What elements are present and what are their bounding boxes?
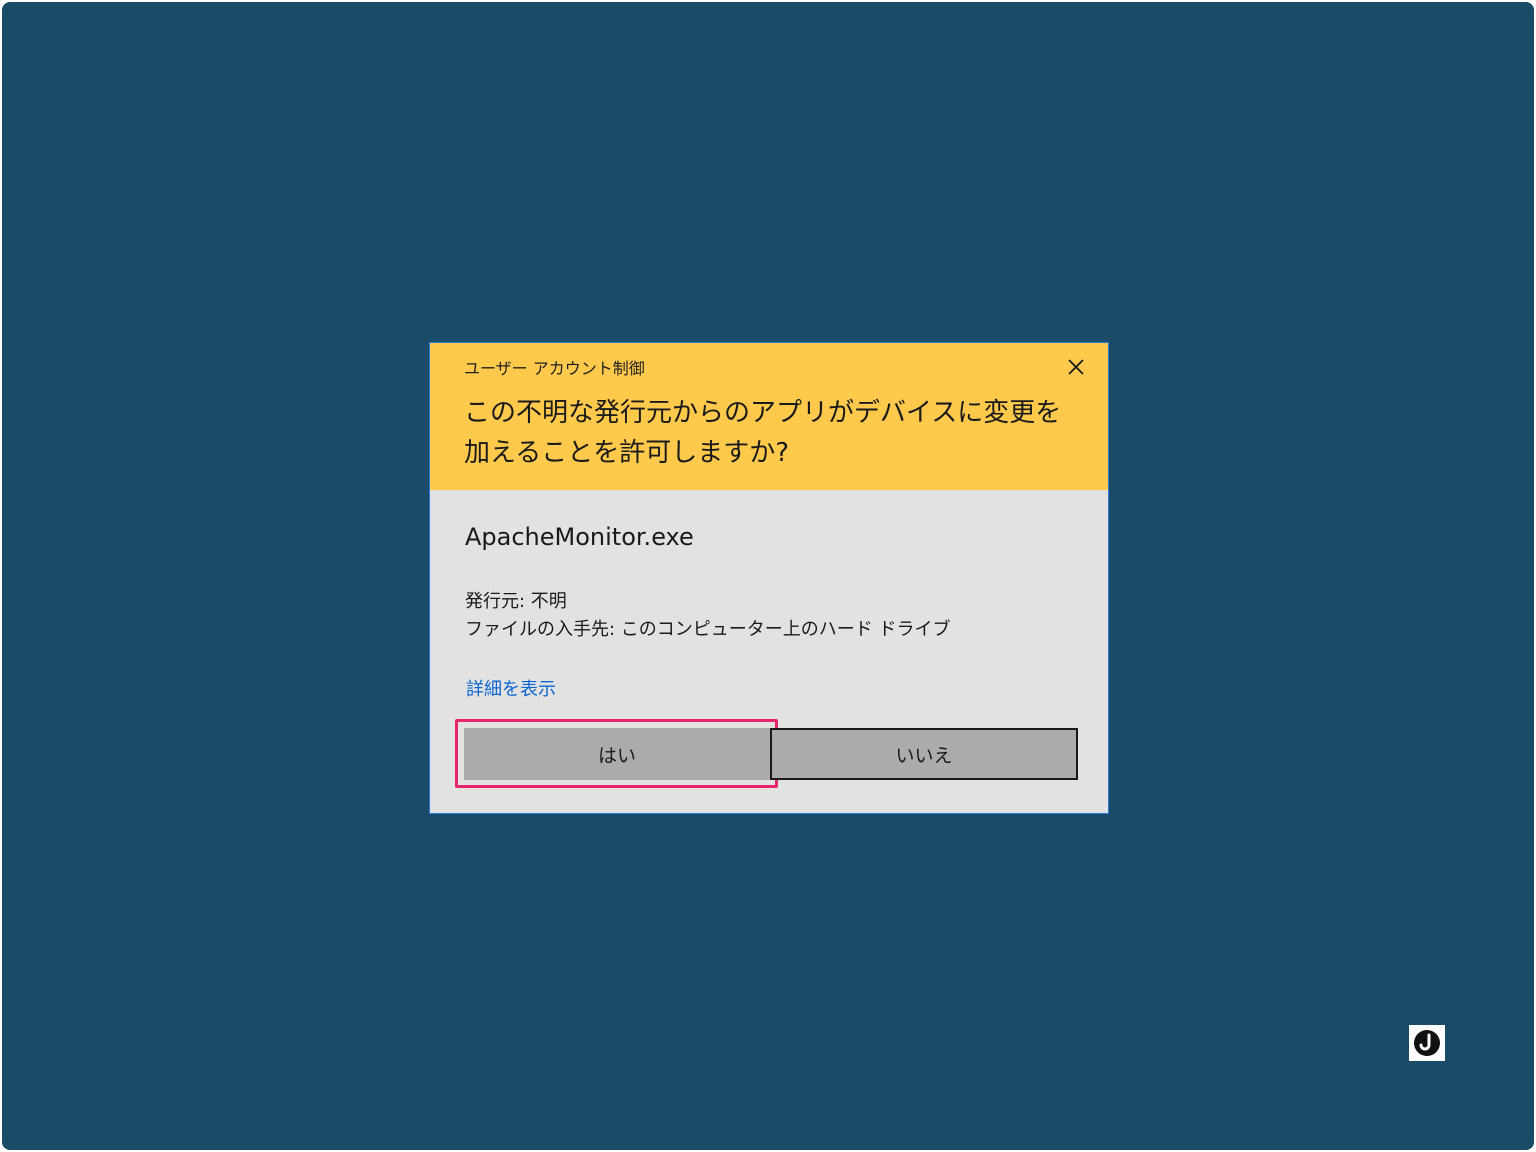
question-line-2: 加えることを許可しますか? bbox=[464, 438, 790, 468]
uac-header: ユーザー アカウント制御 この不明な発行元からのアプリがデバイスに変更を 加える… bbox=[430, 343, 1108, 490]
yes-button[interactable]: はい bbox=[464, 728, 770, 780]
publisher-text: 発行元: 不明 bbox=[465, 591, 567, 612]
desktop-background: ユーザー アカウント制御 この不明な発行元からのアプリがデバイスに変更を 加える… bbox=[2, 2, 1534, 1150]
no-button-label: いいえ bbox=[895, 744, 953, 767]
yes-button-label: はい bbox=[597, 744, 636, 767]
file-origin-text: ファイルの入手先: このコンピューター上のハード ドライブ bbox=[465, 619, 951, 640]
no-button[interactable]: いいえ bbox=[770, 728, 1078, 780]
dialog-caption: ユーザー アカウント制御 bbox=[464, 359, 645, 378]
show-details-link[interactable]: 詳細を表示 bbox=[466, 675, 556, 701]
app-name: ApacheMonitor.exe bbox=[465, 523, 694, 551]
tray-moon-button[interactable] bbox=[1409, 1025, 1445, 1061]
uac-dialog: ユーザー アカウント制御 この不明な発行元からのアプリがデバイスに変更を 加える… bbox=[429, 342, 1109, 814]
close-icon bbox=[1068, 359, 1084, 375]
dialog-question: この不明な発行元からのアプリがデバイスに変更を 加えることを許可しますか? bbox=[464, 393, 1064, 473]
close-button[interactable] bbox=[1058, 351, 1094, 383]
question-line-1: この不明な発行元からのアプリがデバイスに変更を bbox=[464, 398, 1062, 428]
moon-icon bbox=[1414, 1030, 1440, 1056]
